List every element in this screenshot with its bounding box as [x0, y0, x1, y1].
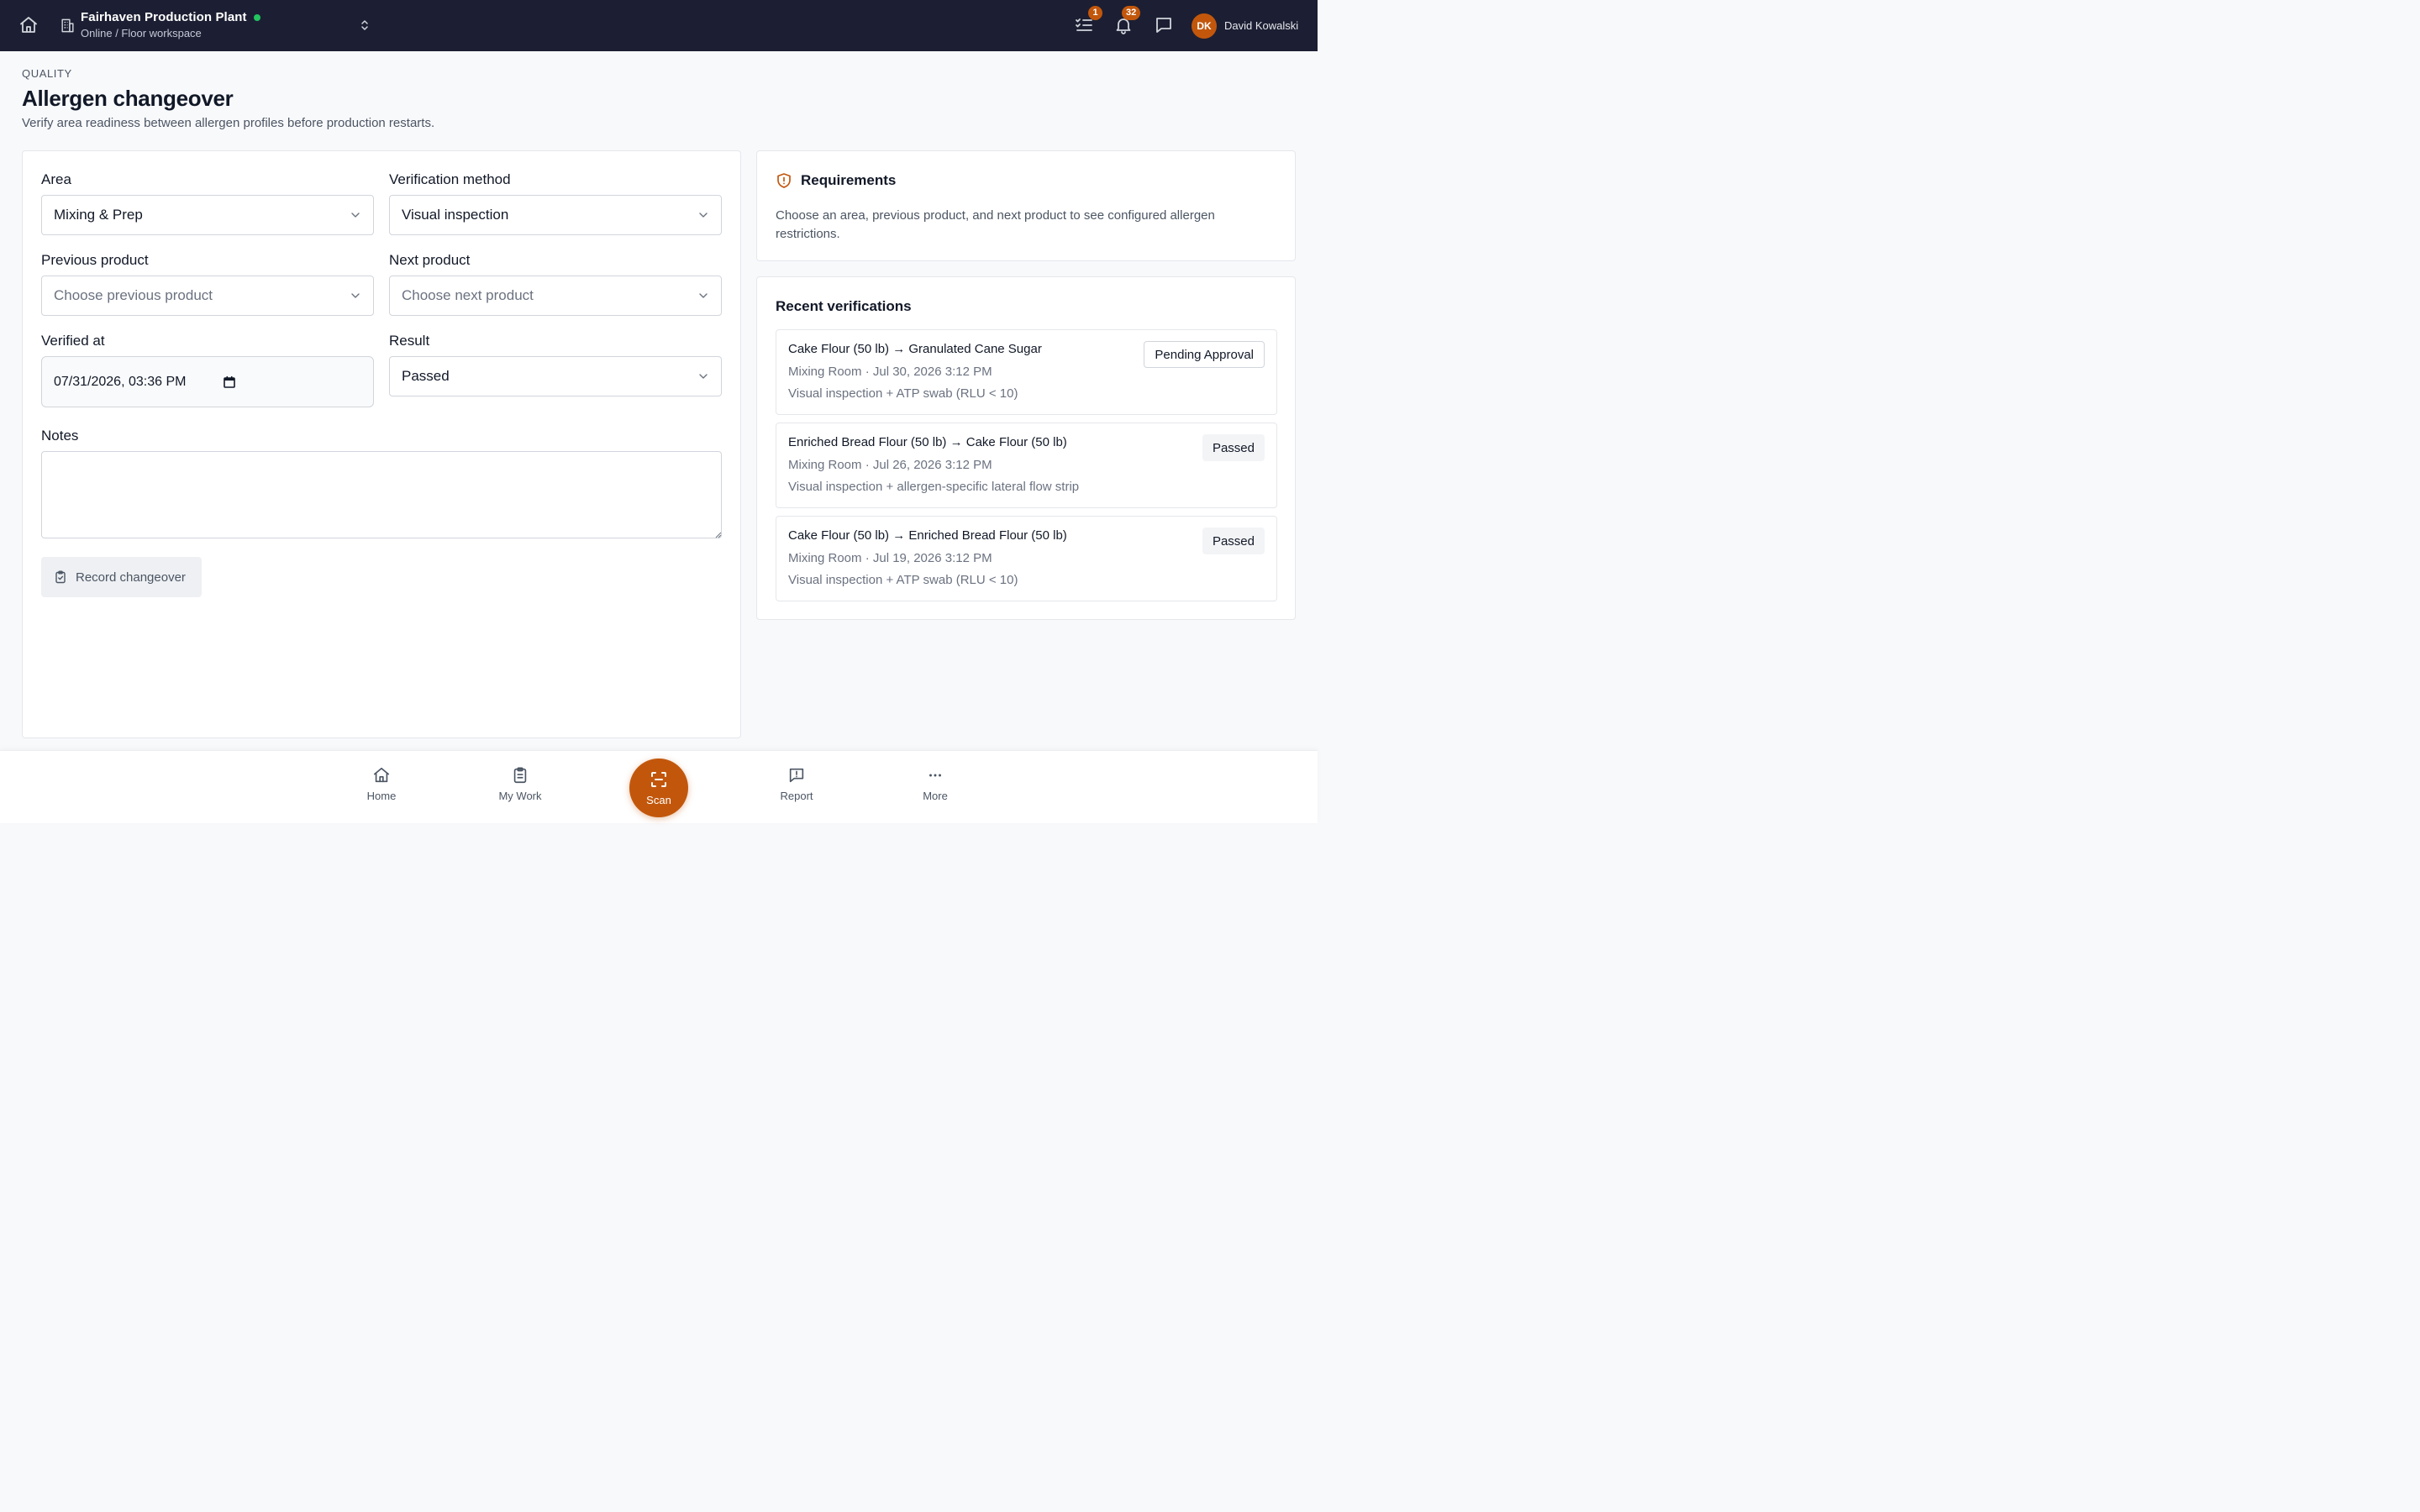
clipboard-list-icon [513, 767, 527, 784]
verification-meta: Mixing Room · Jul 19, 2026 3:12 PM [788, 551, 992, 565]
verification-method: Visual inspection + ATP swab (RLU < 10) [788, 386, 1018, 401]
shield-alert-icon [777, 173, 791, 188]
verified-at-value: 07/31/2026, 03:36 PM [54, 374, 187, 389]
nav-my-work-label: My Work [498, 790, 542, 802]
building-icon [61, 18, 74, 33]
status-badge: Passed [1202, 528, 1265, 554]
next-product-select[interactable]: Choose next product [389, 276, 722, 316]
resize-handle-icon[interactable] [713, 530, 722, 538]
home-icon[interactable] [18, 15, 39, 35]
nav-report-label: Report [780, 790, 813, 802]
chevron-up-down-icon[interactable] [358, 18, 371, 32]
previous-product-placeholder: Choose previous product [54, 287, 213, 303]
requirements-text: Choose an area, previous product, and ne… [776, 208, 1215, 241]
result-value: Passed [402, 368, 450, 384]
nav-more-label: More [923, 790, 948, 802]
chevron-down-icon [351, 293, 360, 298]
plant-status-text: Online / Floor workspace [81, 27, 202, 39]
plant-selector[interactable]: Fairhaven Production Plant Online / Floo… [81, 10, 260, 39]
page-subtitle: Verify area readiness between allergen p… [22, 116, 435, 130]
report-icon [789, 768, 804, 783]
record-changeover-button[interactable]: Record changeover [41, 557, 202, 597]
list-item[interactable]: Enriched Bread Flour (50 lb) → Cake Flou… [776, 423, 1277, 508]
online-status-dot [253, 13, 260, 21]
verified-at-label: Verified at [41, 333, 105, 349]
nav-home[interactable]: Home [344, 766, 419, 802]
more-icon [929, 774, 941, 777]
verification-meta: Mixing Room · Jul 26, 2026 3:12 PM [788, 458, 992, 472]
verification-method: Visual inspection + allergen-specific la… [788, 480, 1080, 494]
area-value: Mixing & Prep [54, 207, 143, 223]
verification-title: Cake Flour (50 lb) → Granulated Cane Sug… [788, 342, 1042, 356]
requirements-card: Requirements Choose an area, previous pr… [756, 150, 1296, 261]
status-badge: Passed [1202, 434, 1265, 461]
verified-at-input[interactable]: 07/31/2026, 03:36 PM [41, 356, 374, 407]
previous-product-select[interactable]: Choose previous product [41, 276, 374, 316]
recent-verifications-card: Recent verifications Cake Flour (50 lb) … [756, 276, 1296, 620]
verification-method: Visual inspection + ATP swab (RLU < 10) [788, 573, 1018, 587]
calendar-icon[interactable] [223, 375, 236, 389]
list-item[interactable]: Cake Flour (50 lb) → Granulated Cane Sug… [776, 329, 1277, 415]
notifications-badge: 32 [1122, 6, 1141, 20]
result-label: Result [389, 333, 430, 349]
tasks-badge: 1 [1088, 6, 1102, 20]
bottom-nav: Home My Work Scan Report More [0, 750, 1318, 823]
list-item[interactable]: Cake Flour (50 lb) → Enriched Bread Flou… [776, 516, 1277, 601]
home-icon [373, 767, 390, 783]
recent-verifications-title: Recent verifications [776, 298, 912, 314]
avatar[interactable]: DK [1192, 13, 1217, 39]
section-eyebrow: QUALITY [22, 67, 72, 80]
result-select[interactable]: Passed [389, 356, 722, 396]
scan-icon [651, 772, 666, 787]
area-label: Area [41, 171, 71, 187]
page-title: Allergen changeover [22, 86, 234, 111]
scan-label: Scan [646, 794, 671, 806]
chevron-down-icon [699, 374, 708, 379]
method-label: Verification method [389, 171, 511, 187]
changeover-form: Area Mixing & Prep Verification method V… [22, 150, 741, 738]
user-name[interactable]: David Kowalski [1224, 19, 1298, 32]
chevron-down-icon [699, 293, 708, 298]
message-icon[interactable] [1154, 15, 1174, 35]
verification-title: Enriched Bread Flour (50 lb) → Cake Flou… [788, 435, 1067, 449]
nav-more[interactable]: More [897, 766, 973, 802]
nav-report[interactable]: Report [759, 766, 834, 802]
nav-home-label: Home [366, 790, 397, 802]
plant-name: Fairhaven Production Plant [81, 10, 247, 24]
top-bar: Fairhaven Production Plant Online / Floo… [0, 0, 1318, 51]
scan-button[interactable]: Scan [629, 759, 688, 817]
status-badge: Pending Approval [1144, 341, 1265, 368]
notes-label: Notes [41, 428, 79, 444]
verification-title: Cake Flour (50 lb) → Enriched Bread Flou… [788, 528, 1067, 543]
method-value: Visual inspection [402, 207, 509, 223]
verification-meta: Mixing Room · Jul 30, 2026 3:12 PM [788, 365, 992, 379]
clipboard-check-icon [55, 570, 66, 584]
chevron-down-icon [351, 213, 360, 218]
next-product-placeholder: Choose next product [402, 287, 534, 303]
requirements-title: Requirements [801, 172, 897, 188]
chevron-down-icon [699, 213, 708, 218]
area-select[interactable]: Mixing & Prep [41, 195, 374, 235]
notes-textarea[interactable] [41, 451, 722, 538]
nav-my-work[interactable]: My Work [482, 766, 558, 802]
previous-product-label: Previous product [41, 252, 149, 268]
record-changeover-label: Record changeover [76, 570, 186, 585]
next-product-label: Next product [389, 252, 471, 268]
method-select[interactable]: Visual inspection [389, 195, 722, 235]
